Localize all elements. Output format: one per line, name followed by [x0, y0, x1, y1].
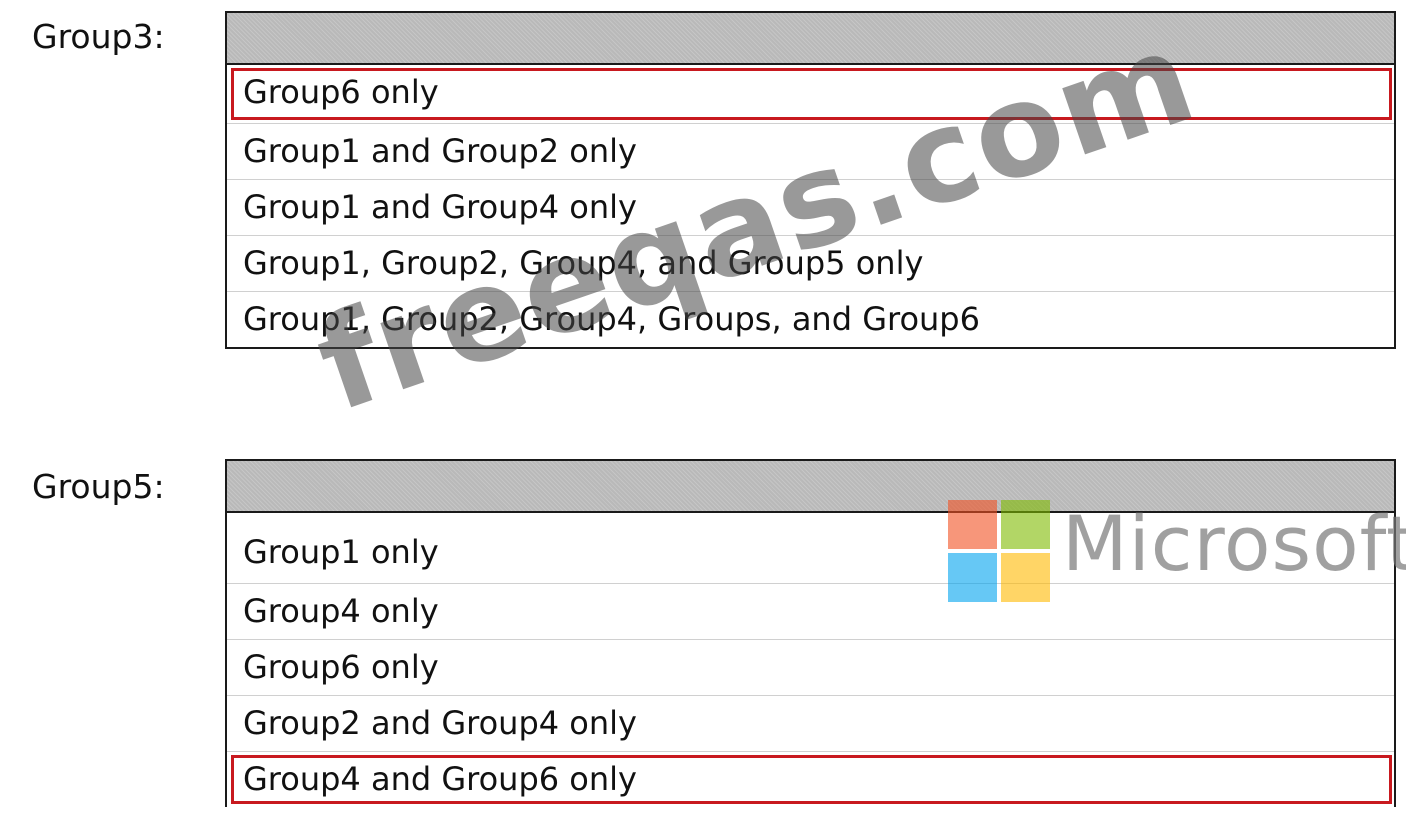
group5-option-group4-only[interactable]: Group4 only	[227, 583, 1394, 639]
group5-option-group2-group4[interactable]: Group2 and Group4 only	[227, 695, 1394, 751]
group5-dropdown-header[interactable]	[227, 461, 1394, 513]
group3-option-group1-group2[interactable]: Group1 and Group2 only	[227, 123, 1394, 179]
group3-option-group6-only[interactable]: Group6 only	[227, 65, 1394, 123]
group3-label: Group3:	[32, 17, 165, 56]
group3-dropdown-header[interactable]	[227, 13, 1394, 65]
group3-dropdown[interactable]: Group6 only Group1 and Group2 only Group…	[225, 11, 1396, 349]
group3-options: Group6 only Group1 and Group2 only Group…	[227, 65, 1394, 347]
group3-option-group1-group4[interactable]: Group1 and Group4 only	[227, 179, 1394, 235]
group3-option-group1-2-4-5[interactable]: Group1, Group2, Group4, and Group5 only	[227, 235, 1394, 291]
group5-option-group6-only[interactable]: Group6 only	[227, 639, 1394, 695]
group5-option-group1-only[interactable]: Group1 only	[227, 513, 1394, 583]
group5-dropdown[interactable]: Group1 only Group4 only Group6 only Grou…	[225, 459, 1396, 807]
group5-label: Group5:	[32, 467, 165, 506]
group3-option-group1-2-4-groups-6[interactable]: Group1, Group2, Group4, Groups, and Grou…	[227, 291, 1394, 347]
group5-option-group4-group6[interactable]: Group4 and Group6 only	[227, 751, 1394, 807]
group5-options: Group1 only Group4 only Group6 only Grou…	[227, 513, 1394, 807]
